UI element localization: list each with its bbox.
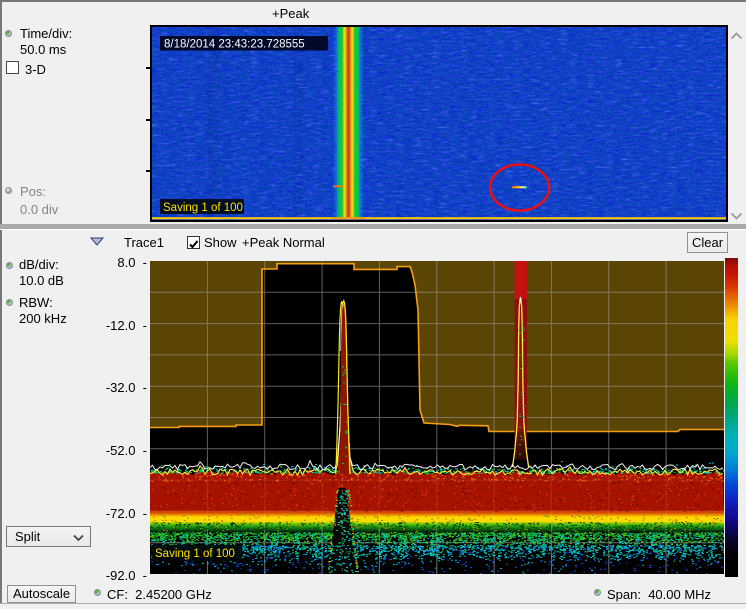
svg-text:8/18/2014 23:43:23.728555: 8/18/2014 23:43:23.728555 bbox=[164, 39, 305, 51]
svg-text:Saving 1 of 100: Saving 1 of 100 bbox=[155, 548, 235, 560]
svg-text:Saving 1 of 100: Saving 1 of 100 bbox=[163, 202, 243, 214]
